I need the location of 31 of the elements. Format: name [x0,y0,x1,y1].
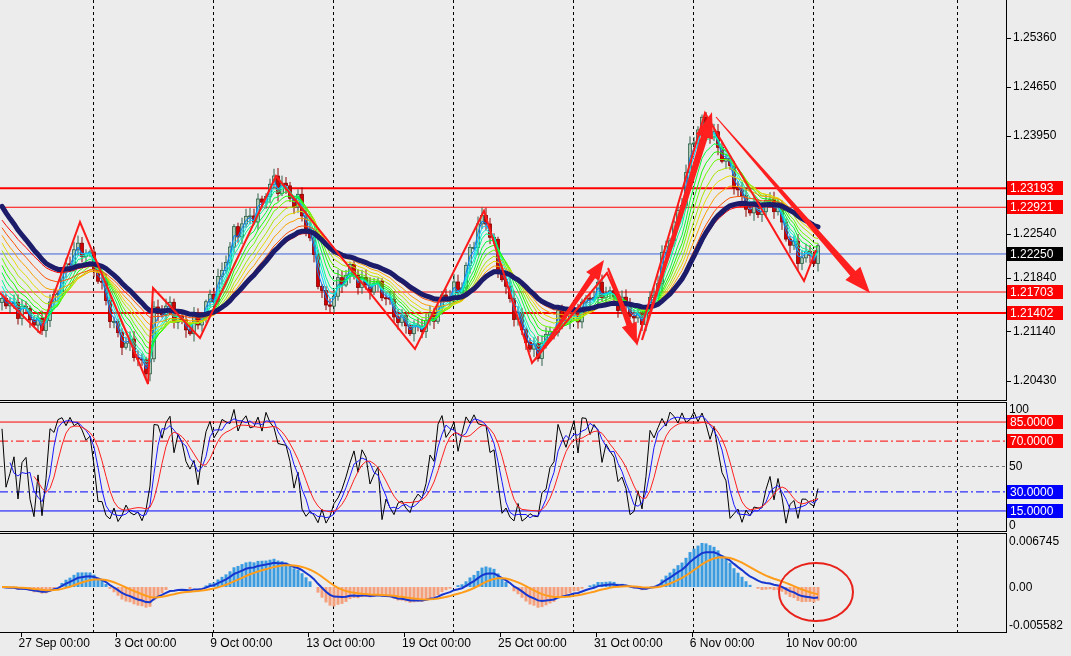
time-axis-label: 25 Oct 00:00 [498,636,567,650]
time-axis-label: 3 Oct 00:00 [114,636,177,650]
price-level-tag: 1.23193 [1007,181,1063,196]
macd-axis-label: 0.006745 [1009,534,1060,548]
macd-axis-label: 0.00 [1009,580,1033,594]
price-axis-label: 1.21840 [1013,271,1057,284]
price-axis-label: 1.24650 [1013,80,1057,94]
price-axis-label: 1.21140 [1013,324,1056,338]
time-axis-label: 13 Oct 00:00 [306,636,375,650]
oscillator-axis-label: 0 [1009,518,1016,532]
time-axis-label: 10 Nov 00:00 [785,636,858,650]
price-axis-label: 1.20430 [1013,374,1057,388]
oscillator-level-tag: 30.0000 [1007,484,1063,499]
price-level-tag: 1.22250 [1007,246,1063,261]
oscillator-axis-label: 50 [1009,460,1023,473]
time-axis-label: 9 Oct 00:00 [210,636,273,650]
price-level-tag: 1.22921 [1007,200,1063,215]
macd-axis-label: -0.005582 [1009,618,1064,632]
price-axis-label: 1.23950 [1013,129,1057,143]
time-axis-label: 6 Nov 00:00 [689,636,755,650]
price-axis-label: 1.25360 [1013,31,1057,44]
oscillator-level-tag: 85.0000 [1007,415,1063,430]
time-axis-label: 31 Oct 00:00 [593,636,663,650]
oscillator-level-tag: 70.0000 [1007,434,1063,449]
price-level-tag: 1.21402 [1007,305,1063,320]
oscillator-level-tag: 15.0000 [1007,503,1063,518]
price-level-tag: 1.21703 [1007,285,1063,299]
time-axis-label: 27 Sep 00:00 [18,636,90,650]
time-axis-label: 19 Oct 00:00 [402,636,471,650]
oscillator-axis-label: 100 [1009,402,1030,416]
price-axis-label: 1.22540 [1013,227,1057,241]
